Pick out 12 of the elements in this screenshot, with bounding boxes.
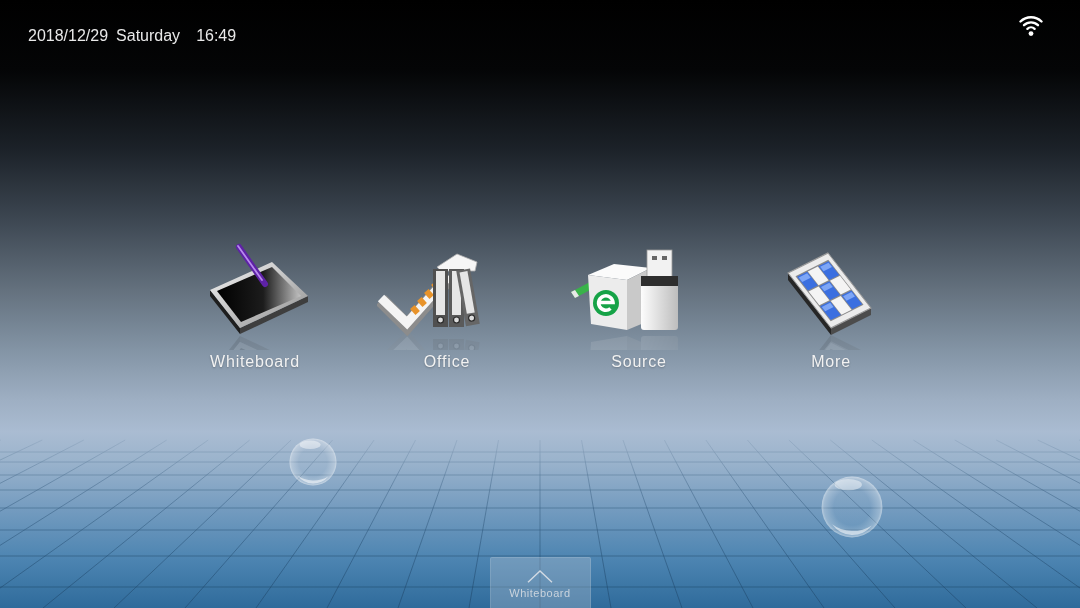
app-launcher-button[interactable]: Whiteboard [185,240,325,372]
date-text: 2018/12/29 [28,26,109,46]
app-launcher-button[interactable]: Office [377,240,517,372]
bubble-icon [289,438,337,486]
bottom-tab-button[interactable]: Whiteboard [489,557,591,608]
bubble-icon [821,476,883,538]
chevron-up-icon [527,570,553,583]
app-launcher-button[interactable]: Source [569,240,709,372]
app-launcher-button[interactable]: More [761,240,901,372]
wifi-icon [1019,13,1043,37]
weekday-text: Saturday [116,26,181,46]
time-text: 16:49 [196,26,237,46]
